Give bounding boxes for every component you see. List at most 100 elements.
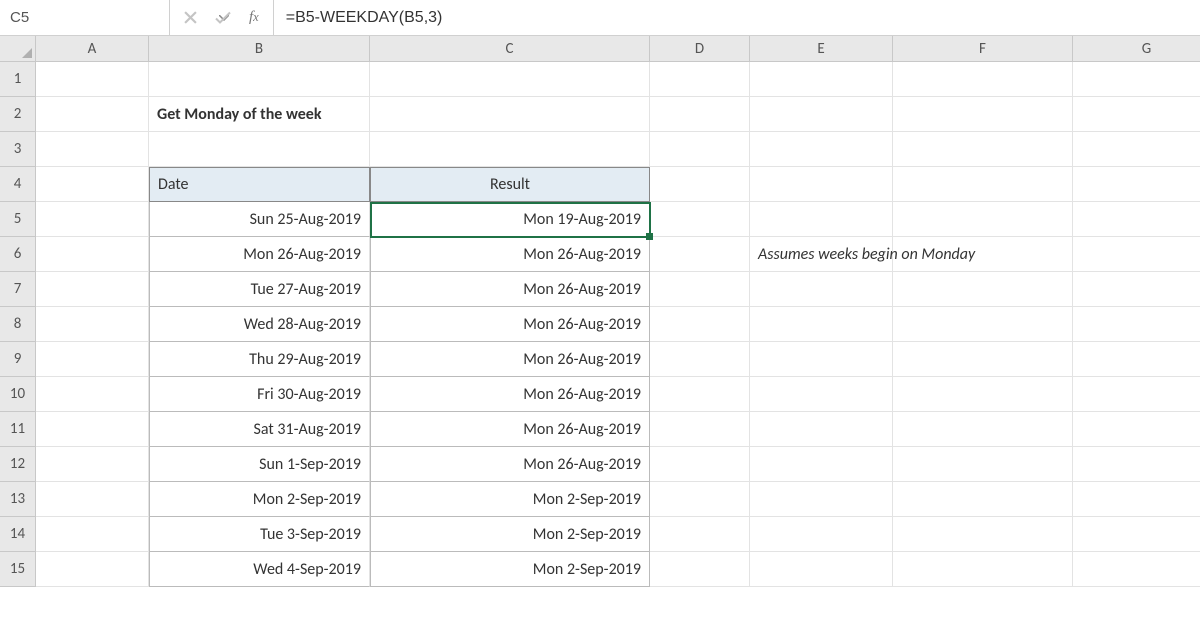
table-header-date[interactable]: Date xyxy=(149,167,370,202)
cell-C5[interactable]: Mon 19-Aug-2019 xyxy=(370,202,650,237)
cell-C3[interactable] xyxy=(370,132,650,167)
cell-F12[interactable] xyxy=(893,447,1073,482)
cell-D5[interactable] xyxy=(650,202,750,237)
cell-C13[interactable]: Mon 2-Sep-2019 xyxy=(370,482,650,517)
col-head-A[interactable]: A xyxy=(36,36,149,62)
row-head-14[interactable]: 14 xyxy=(0,517,36,552)
cell-F2[interactable] xyxy=(893,97,1073,132)
cell-G5[interactable] xyxy=(1073,202,1200,237)
cell-C2[interactable] xyxy=(370,97,650,132)
cell-G9[interactable] xyxy=(1073,342,1200,377)
cell-A9[interactable] xyxy=(36,342,149,377)
cell-G10[interactable] xyxy=(1073,377,1200,412)
cell-D3[interactable] xyxy=(650,132,750,167)
cell-E12[interactable] xyxy=(750,447,893,482)
cell-G1[interactable] xyxy=(1073,62,1200,97)
cell-F13[interactable] xyxy=(893,482,1073,517)
cell-D13[interactable] xyxy=(650,482,750,517)
cell-F11[interactable] xyxy=(893,412,1073,447)
cell-F3[interactable] xyxy=(893,132,1073,167)
cell-B9[interactable]: Thu 29-Aug-2019 xyxy=(149,342,370,377)
cell-G15[interactable] xyxy=(1073,552,1200,587)
cell-E4[interactable] xyxy=(750,167,893,202)
cell-E1[interactable] xyxy=(750,62,893,97)
cell-E3[interactable] xyxy=(750,132,893,167)
cell-A1[interactable] xyxy=(36,62,149,97)
cell-D1[interactable] xyxy=(650,62,750,97)
row-head-5[interactable]: 5 xyxy=(0,202,36,237)
cell-D4[interactable] xyxy=(650,167,750,202)
cell-A2[interactable] xyxy=(36,97,149,132)
cell-F15[interactable] xyxy=(893,552,1073,587)
cell-F1[interactable] xyxy=(893,62,1073,97)
cell-B15[interactable]: Wed 4-Sep-2019 xyxy=(149,552,370,587)
cell-A15[interactable] xyxy=(36,552,149,587)
cell-A6[interactable] xyxy=(36,237,149,272)
cell-E8[interactable] xyxy=(750,307,893,342)
cell-F5[interactable] xyxy=(893,202,1073,237)
cancel-icon[interactable] xyxy=(184,11,197,24)
cell-B1[interactable] xyxy=(149,62,370,97)
table-header-result[interactable]: Result xyxy=(370,167,650,202)
enter-icon[interactable] xyxy=(215,11,231,24)
cell-B11[interactable]: Sat 31-Aug-2019 xyxy=(149,412,370,447)
col-head-D[interactable]: D xyxy=(650,36,750,62)
cell-D2[interactable] xyxy=(650,97,750,132)
fx-icon[interactable]: fx xyxy=(249,9,259,26)
col-head-E[interactable]: E xyxy=(750,36,893,62)
cell-C11[interactable]: Mon 26-Aug-2019 xyxy=(370,412,650,447)
cell-G13[interactable] xyxy=(1073,482,1200,517)
cell-E14[interactable] xyxy=(750,517,893,552)
cell-B6[interactable]: Mon 26-Aug-2019 xyxy=(149,237,370,272)
cell-E7[interactable] xyxy=(750,272,893,307)
cell-B8[interactable]: Wed 28-Aug-2019 xyxy=(149,307,370,342)
row-head-10[interactable]: 10 xyxy=(0,377,36,412)
cell-A10[interactable] xyxy=(36,377,149,412)
cell-B10[interactable]: Fri 30-Aug-2019 xyxy=(149,377,370,412)
page-title[interactable]: Get Monday of the week xyxy=(149,97,370,132)
cell-G4[interactable] xyxy=(1073,167,1200,202)
cell-D14[interactable] xyxy=(650,517,750,552)
cell-C8[interactable]: Mon 26-Aug-2019 xyxy=(370,307,650,342)
cell-C9[interactable]: Mon 26-Aug-2019 xyxy=(370,342,650,377)
cell-A13[interactable] xyxy=(36,482,149,517)
formula-input[interactable] xyxy=(274,0,1200,35)
row-head-4[interactable]: 4 xyxy=(0,167,36,202)
cell-D6[interactable] xyxy=(650,237,750,272)
cell-F4[interactable] xyxy=(893,167,1073,202)
cell-E11[interactable] xyxy=(750,412,893,447)
cell-D15[interactable] xyxy=(650,552,750,587)
cell-C1[interactable] xyxy=(370,62,650,97)
row-head-7[interactable]: 7 xyxy=(0,272,36,307)
col-head-F[interactable]: F xyxy=(893,36,1073,62)
cell-G7[interactable] xyxy=(1073,272,1200,307)
row-head-6[interactable]: 6 xyxy=(0,237,36,272)
cell-B3[interactable] xyxy=(149,132,370,167)
cell-A11[interactable] xyxy=(36,412,149,447)
cell-B5[interactable]: Sun 25-Aug-2019 xyxy=(149,202,370,237)
row-head-13[interactable]: 13 xyxy=(0,482,36,517)
cell-A3[interactable] xyxy=(36,132,149,167)
cell-C12[interactable]: Mon 26-Aug-2019 xyxy=(370,447,650,482)
cell-F14[interactable] xyxy=(893,517,1073,552)
cell-F8[interactable] xyxy=(893,307,1073,342)
cell-E15[interactable] xyxy=(750,552,893,587)
cell-D11[interactable] xyxy=(650,412,750,447)
cell-A4[interactable] xyxy=(36,167,149,202)
cell-C10[interactable]: Mon 26-Aug-2019 xyxy=(370,377,650,412)
cell-F9[interactable] xyxy=(893,342,1073,377)
note-text[interactable]: Assumes weeks begin on Monday xyxy=(750,237,893,272)
cell-E5[interactable] xyxy=(750,202,893,237)
cell-B14[interactable]: Tue 3-Sep-2019 xyxy=(149,517,370,552)
cell-D10[interactable] xyxy=(650,377,750,412)
cell-A12[interactable] xyxy=(36,447,149,482)
cell-G12[interactable] xyxy=(1073,447,1200,482)
cell-G2[interactable] xyxy=(1073,97,1200,132)
row-head-2[interactable]: 2 xyxy=(0,97,36,132)
cell-F7[interactable] xyxy=(893,272,1073,307)
cell-C7[interactable]: Mon 26-Aug-2019 xyxy=(370,272,650,307)
cell-A14[interactable] xyxy=(36,517,149,552)
cell-G6[interactable] xyxy=(1073,237,1200,272)
col-head-G[interactable]: G xyxy=(1073,36,1200,62)
cell-D9[interactable] xyxy=(650,342,750,377)
